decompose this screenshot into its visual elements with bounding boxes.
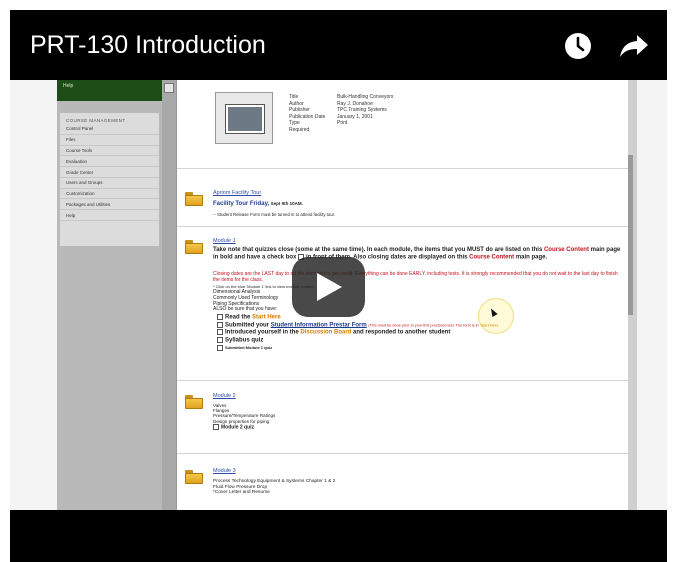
menu-item: Evaluation bbox=[60, 156, 159, 168]
menu-item: Control Panel bbox=[60, 124, 159, 135]
course-content: Title Bulk-Handling Conveyors Author Ray J… bbox=[176, 80, 633, 510]
menu-heading: COURSE MANAGEMENT bbox=[66, 118, 126, 123]
video-bottom-bar bbox=[10, 510, 667, 562]
sidebar-help-link: Help bbox=[57, 80, 162, 101]
play-button[interactable] bbox=[292, 257, 365, 317]
menu-item: Grade Center bbox=[60, 167, 159, 178]
content-gutter bbox=[162, 80, 176, 510]
facility-tour-card: Apriom Facility Tour Facility Tour Frida… bbox=[177, 180, 633, 227]
menu-item: Customization bbox=[60, 189, 159, 200]
menu-item: Help bbox=[60, 210, 159, 222]
collapse-box-icon bbox=[164, 83, 174, 93]
watch-later-icon[interactable] bbox=[561, 29, 595, 63]
module-1-card: Module 1 Take note that quizzes close (s… bbox=[177, 230, 633, 381]
video-title[interactable]: PRT-130 Introduction bbox=[30, 31, 266, 60]
lms-sidebar: Help COURSE MANAGEMENT Control Panel Fil… bbox=[57, 80, 162, 510]
video-header: PRT-130 Introduction bbox=[10, 10, 667, 80]
facility-tour-link: Apriom Facility Tour bbox=[213, 190, 262, 196]
menu-item: Packages and Utilities bbox=[60, 199, 159, 211]
folder-icon bbox=[185, 240, 203, 254]
content-scrollbar bbox=[628, 80, 633, 510]
book-cover-image bbox=[215, 92, 273, 144]
module-3-link: Module 3 bbox=[213, 468, 236, 474]
folder-icon bbox=[185, 395, 203, 409]
play-icon bbox=[316, 273, 342, 301]
module-1-link: Module 1 bbox=[213, 238, 236, 244]
share-icon[interactable] bbox=[617, 29, 651, 63]
menu-item: Course Tools bbox=[60, 146, 159, 157]
cursor-highlight bbox=[478, 298, 514, 334]
book-metadata: Title Bulk-Handling Conveyors Author Ray J… bbox=[289, 94, 394, 133]
menu-item: Users and Groups bbox=[60, 178, 159, 189]
folder-icon bbox=[185, 470, 203, 484]
course-management-menu: COURSE MANAGEMENT Control Panel Files Co… bbox=[60, 113, 159, 246]
textbook-card: Title Bulk-Handling Conveyors Author Ray J… bbox=[177, 80, 633, 169]
module-2-card: Module 2 Valves Flanges Pressure/Tempera… bbox=[177, 385, 633, 454]
menu-item: Files bbox=[60, 135, 159, 146]
module-2-link: Module 2 bbox=[213, 393, 236, 399]
folder-icon bbox=[185, 192, 203, 206]
module-3-card: Module 3 Process Technology Equipment & … bbox=[177, 460, 633, 510]
